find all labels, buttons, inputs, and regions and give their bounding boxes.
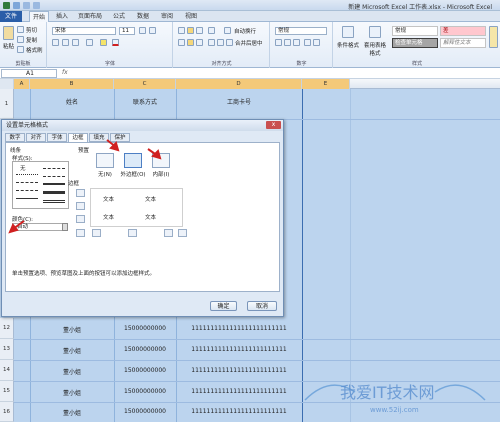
annotation-arrows <box>8 139 162 234</box>
svg-text:我爱IT技术网: 我爱IT技术网 <box>340 383 435 402</box>
svg-text:www.52ij.com: www.52ij.com <box>370 406 419 414</box>
watermark-logo: 我爱IT技术网 www.52ij.com <box>304 383 486 414</box>
